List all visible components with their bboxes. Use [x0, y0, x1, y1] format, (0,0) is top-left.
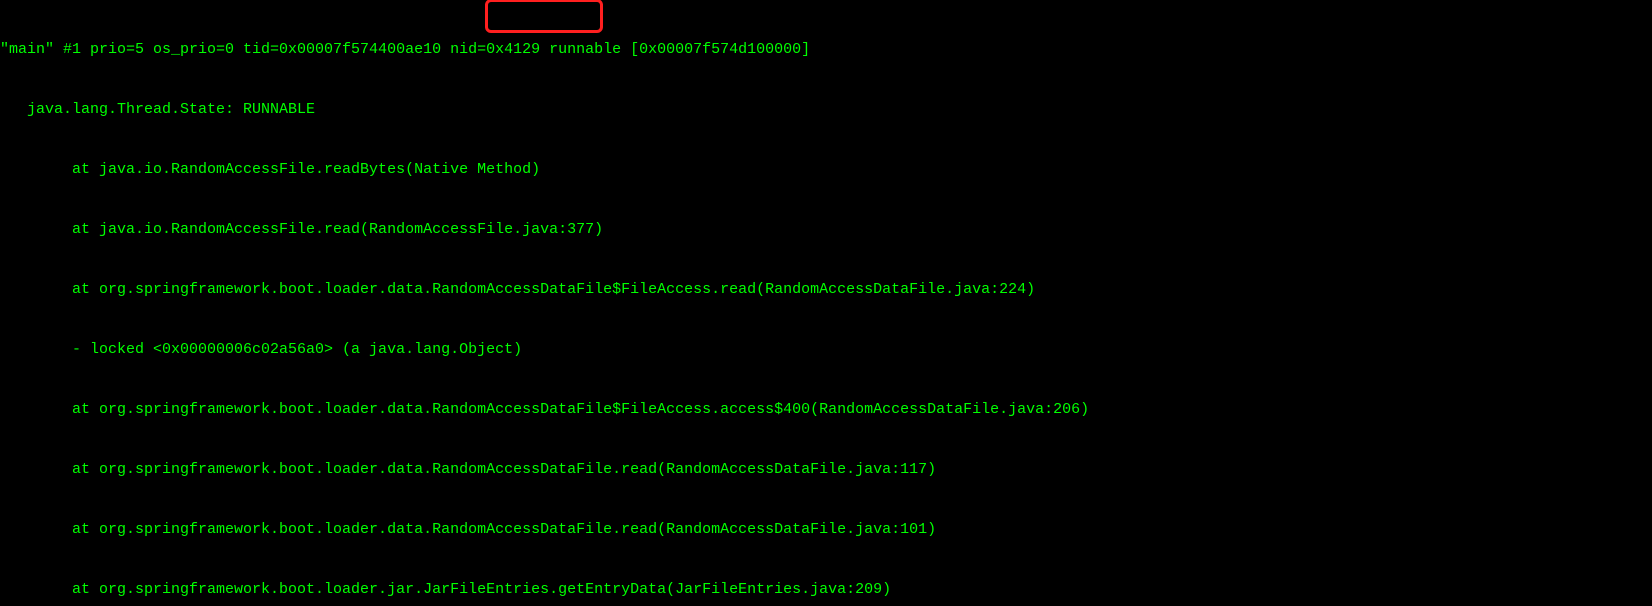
stack-frame: at org.springframework.boot.loader.data.… — [0, 520, 1652, 540]
thread-header-prefix: "main" #1 prio=5 os_prio=0 tid=0x00007f5… — [0, 41, 441, 58]
stack-frame: at org.springframework.boot.loader.data.… — [0, 460, 1652, 480]
stack-frame: at java.io.RandomAccessFile.read(RandomA… — [0, 220, 1652, 240]
stack-frame: at org.springframework.boot.loader.jar.J… — [0, 580, 1652, 600]
thread-header: "main" #1 prio=5 os_prio=0 tid=0x00007f5… — [0, 40, 1652, 60]
thread-header-tail: runnable [0x00007f574d100000] — [549, 41, 810, 58]
thread-header-highlight: nid=0x4129 — [441, 41, 549, 58]
stack-frame: at org.springframework.boot.loader.data.… — [0, 280, 1652, 300]
terminal-output: "main" #1 prio=5 os_prio=0 tid=0x00007f5… — [0, 0, 1652, 606]
thread-state: java.lang.Thread.State: RUNNABLE — [0, 100, 1652, 120]
stack-frame: at org.springframework.boot.loader.data.… — [0, 400, 1652, 420]
stack-frame: at java.io.RandomAccessFile.readBytes(Na… — [0, 160, 1652, 180]
nid-highlight-box — [485, 0, 603, 33]
stack-frame: - locked <0x00000006c02a56a0> (a java.la… — [0, 340, 1652, 360]
